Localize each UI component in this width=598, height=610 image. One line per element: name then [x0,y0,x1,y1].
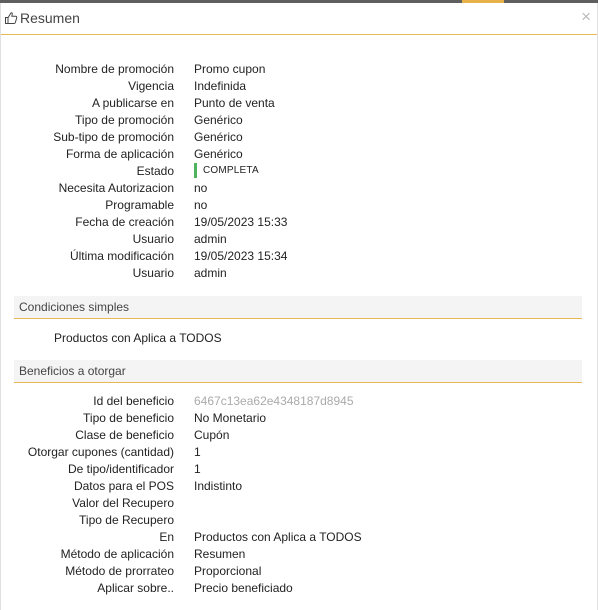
field-label: Otorgar cupones (cantidad) [27,445,174,459]
detail-row: Método de prorrateo Proporcional [0,563,598,580]
detail-row: Estado COMPLETA [0,163,598,180]
detail-row: En Productos con Aplica a TODOS [0,529,598,546]
field-label: Vigencia [128,79,174,93]
benefits-section-title: Beneficios a otorgar [19,364,126,378]
field-label: Fecha de creación [75,215,174,229]
field-label: Programable [105,198,174,212]
field-label: Última modificación [69,249,174,263]
field-label: Datos para el POS [73,479,174,493]
detail-row: Forma de aplicación Genérico [0,146,598,163]
detail-row: Vigencia Indefinida [0,78,598,95]
conditions-section-header: Condiciones simples [14,296,582,319]
field-value: Cupón [194,428,230,442]
field-label: Id del beneficio [93,394,174,408]
field-label: A publicarse en [91,96,174,110]
detail-row: Fecha de creación 19/05/2023 15:33 [0,214,598,231]
field-value: Genérico [194,113,243,127]
field-label: Aplicar sobre.. [97,581,174,595]
benefits-section-header: Beneficios a otorgar [14,360,582,383]
close-icon[interactable]: × [581,8,591,26]
field-value: Indefinida [194,79,247,93]
detail-row: Datos para el POS Indistinto [0,478,598,495]
field-label: Tipo de promoción [75,113,174,127]
thumbs-up-icon [5,12,18,24]
detail-row: Aplicar sobre.. Precio beneficiado [0,580,598,597]
field-value: 19/05/2023 15:34 [194,249,288,263]
field-value: admin [194,232,227,246]
field-label: Usuario [132,232,174,246]
field-label: Sub-tipo de promoción [53,130,174,144]
conditions-section-title: Condiciones simples [19,300,130,314]
detail-row: Clase de beneficio Cupón [0,427,598,444]
field-value: Indistinto [194,479,243,493]
field-label: Tipo de Recupero [79,513,174,527]
field-label: Nombre de promoción [55,62,174,76]
detail-row: Método de aplicación Resumen [0,546,598,563]
field-value: 1 [194,462,201,476]
detail-row: Otorgar cupones (cantidad) 1 [0,444,598,461]
detail-row: A publicarse en Punto de venta [0,95,598,112]
field-label: Clase de beneficio [75,428,174,442]
field-value: Precio beneficiado [194,581,293,595]
detail-row: Id del beneficio 6467c13ea62e4348187d8945 [0,393,598,410]
field-value: Proporcional [194,564,262,578]
field-label: Forma de aplicación [65,147,174,161]
field-value: 1 [194,445,201,459]
field-value: Resumen [194,547,246,561]
field-value: admin [194,266,227,280]
field-label: Usuario [132,266,174,280]
dialog-header: Resumen × [1,3,597,35]
field-value: no [194,181,208,195]
field-value: Promo cupon [194,62,266,76]
field-value: 19/05/2023 15:33 [194,215,288,229]
field-value: Genérico [194,147,243,161]
detail-row: Usuario admin [0,265,598,282]
status-text: COMPLETA [203,165,259,176]
detail-row: Usuario admin [0,231,598,248]
field-label: Método de prorrateo [65,564,174,578]
field-label: Estado [136,164,174,178]
detail-row: Programable no [0,197,598,214]
detail-row: Tipo de promoción Genérico [0,112,598,129]
field-label: En [159,530,174,544]
status-indicator-bar [194,163,197,178]
field-label: Necesita Autorizacion [58,181,174,195]
field-label: Tipo de beneficio [83,411,174,425]
field-value: 6467c13ea62e4348187d8945 [194,394,354,408]
field-value: Punto de venta [194,96,275,110]
detail-row: Última modificación 19/05/2023 15:34 [0,248,598,265]
field-label: Método de aplicación [60,547,174,561]
detail-row: Sub-tipo de promoción Genérico [0,129,598,146]
field-value: Genérico [194,130,243,144]
detail-row: Necesita Autorizacion no [0,180,598,197]
field-label: De tipo/identificador [67,462,174,476]
detail-row: Tipo de beneficio No Monetario [0,410,598,427]
condition-item: Productos con Aplica a TODOS [54,331,222,345]
field-label: Valor del Recupero [72,496,174,510]
dialog-title: Resumen [20,10,80,26]
field-value: No Monetario [194,411,267,425]
field-value: no [194,198,208,212]
detail-row: De tipo/identificador 1 [0,461,598,478]
field-value: Productos con Aplica a TODOS [194,530,362,544]
detail-row: Nombre de promoción Promo cupon [0,61,598,78]
detail-row: Valor del Recupero [0,495,598,512]
detail-row: Tipo de Recupero [0,512,598,529]
